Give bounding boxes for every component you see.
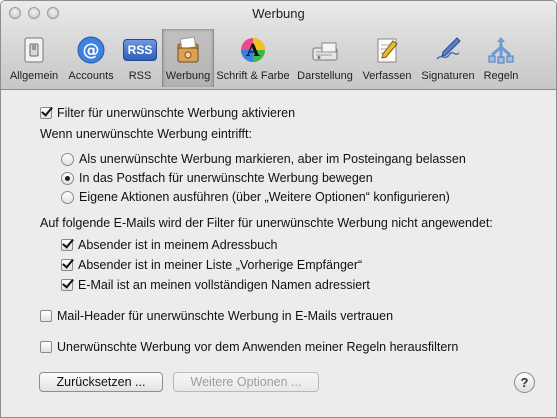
junk-mail-settings-pane: Filter für unerwünschte Werbung aktivier… — [1, 90, 556, 417]
junk-action-option-move[interactable]: In das Postfach für unerwünschte Werbung… — [61, 171, 373, 185]
trust-headers-label: Mail-Header für unerwünschte Werbung in … — [57, 309, 394, 323]
exempt-label: E-Mail ist an meinen vollständigen Namen… — [78, 278, 370, 292]
exemptions-label: Auf folgende E-Mails wird der Filter für… — [40, 216, 493, 230]
exempt-previous-recipients-checkbox[interactable] — [61, 259, 73, 271]
junk-action-radio-custom[interactable] — [61, 190, 74, 204]
tab-schrift-und-farbe[interactable]: A Schrift & Farbe — [214, 29, 292, 87]
enable-junk-filter-checkbox[interactable] — [40, 107, 52, 119]
viewing-icon — [308, 34, 342, 66]
junk-action-label: Als unerwünschte Werbung markieren, aber… — [79, 152, 466, 166]
tab-accounts[interactable]: @ Accounts — [64, 29, 118, 87]
tab-label: Schrift & Farbe — [216, 70, 290, 82]
junk-action-option-custom[interactable]: Eigene Aktionen ausführen (über „Weitere… — [61, 190, 450, 204]
signature-pen-icon — [431, 34, 465, 66]
tab-allgemein[interactable]: Allgemein — [4, 29, 64, 87]
when-junk-arrives-heading: Wenn unerwünschte Werbung eintrifft: — [40, 127, 252, 141]
tab-signaturen[interactable]: Signaturen — [416, 29, 480, 87]
filter-before-rules-checkbox[interactable] — [40, 341, 52, 353]
tab-label: Regeln — [483, 70, 519, 82]
exempt-label: Absender ist in meinem Adressbuch — [78, 238, 278, 252]
tab-label: Signaturen — [421, 70, 475, 82]
tab-label: Accounts — [68, 70, 114, 82]
font-color-icon: A — [236, 34, 270, 66]
preferences-toolbar: Allgemein @ Accounts RSS RSS Werbung A S… — [4, 29, 522, 87]
tab-regeln[interactable]: Regeln — [480, 29, 522, 87]
enable-junk-filter-label: Filter für unerwünschte Werbung aktivier… — [57, 106, 296, 120]
at-sign-icon: @ — [74, 34, 108, 66]
titlebar: Werbung Allgemein @ Accounts RSS RSS Wer… — [1, 1, 556, 90]
exemptions-heading: Auf folgende E-Mails wird der Filter für… — [40, 216, 493, 230]
rss-icon-text: RSS — [123, 39, 157, 61]
exempt-full-name-row[interactable]: E-Mail ist an meinen vollständigen Namen… — [61, 278, 370, 292]
when-junk-arrives-label: Wenn unerwünschte Werbung eintrifft: — [40, 127, 252, 141]
filter-before-rules-label: Unerwünschte Werbung vor dem Anwenden me… — [57, 340, 459, 354]
advanced-options-button[interactable]: Weitere Optionen ... — [173, 372, 319, 392]
junk-action-label: In das Postfach für unerwünschte Werbung… — [79, 171, 373, 185]
tab-label: Werbung — [165, 70, 211, 82]
junk-action-option-mark[interactable]: Als unerwünschte Werbung markieren, aber… — [61, 152, 466, 166]
exempt-address-book-row[interactable]: Absender ist in meinem Adressbuch — [61, 238, 277, 252]
font-icon-letter: A — [245, 41, 260, 61]
tab-rss[interactable]: RSS RSS — [118, 29, 162, 87]
tab-label: RSS — [128, 70, 152, 82]
junk-action-radio-move[interactable] — [61, 171, 74, 185]
exempt-previous-recipients-row[interactable]: Absender ist in meiner Liste „Vorherige … — [61, 258, 362, 272]
window-title: Werbung — [252, 6, 305, 21]
trust-headers-checkbox[interactable] — [40, 310, 52, 322]
junk-action-label: Eigene Aktionen ausführen (über „Weitere… — [79, 190, 450, 204]
tab-verfassen[interactable]: Verfassen — [358, 29, 416, 87]
trust-headers-row[interactable]: Mail-Header für unerwünschte Werbung in … — [40, 309, 393, 323]
tab-label: Allgemein — [9, 70, 59, 82]
junk-action-radio-mark[interactable] — [61, 152, 74, 166]
tab-label: Verfassen — [362, 70, 412, 82]
filter-before-rules-row[interactable]: Unerwünschte Werbung vor dem Anwenden me… — [40, 340, 458, 354]
tab-darstellung[interactable]: Darstellung — [292, 29, 358, 87]
exempt-address-book-checkbox[interactable] — [61, 239, 73, 251]
reset-button[interactable]: Zurücksetzen ... — [39, 372, 163, 392]
exempt-full-name-checkbox[interactable] — [61, 279, 73, 291]
svg-text:@: @ — [83, 41, 100, 61]
junk-mail-icon — [171, 34, 205, 66]
rss-icon: RSS — [123, 34, 157, 66]
rules-icon — [484, 34, 518, 66]
tab-werbung[interactable]: Werbung — [162, 29, 214, 87]
light-switch-icon — [17, 34, 51, 66]
exempt-label: Absender ist in meiner Liste „Vorherige … — [78, 258, 363, 272]
help-button[interactable]: ? — [514, 372, 535, 393]
tab-label: Darstellung — [297, 70, 353, 82]
enable-junk-filter-row[interactable]: Filter für unerwünschte Werbung aktivier… — [40, 106, 295, 120]
composing-icon — [370, 34, 404, 66]
preferences-window: Werbung Allgemein @ Accounts RSS RSS Wer… — [0, 0, 557, 418]
